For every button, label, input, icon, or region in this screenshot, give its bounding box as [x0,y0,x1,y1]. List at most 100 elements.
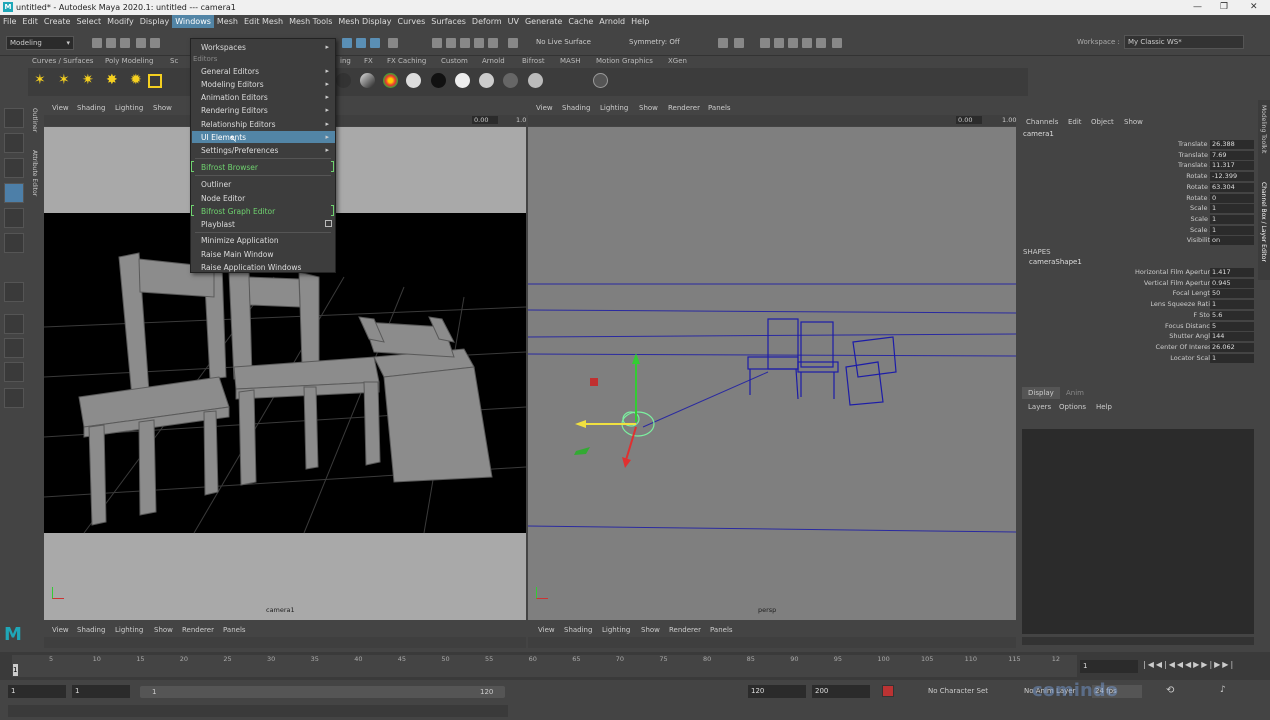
render-settings-icon[interactable] [760,38,770,48]
menu-file[interactable]: File [0,15,19,28]
channel-row[interactable]: Rotate Z0 [1018,193,1258,204]
channel-value-field[interactable]: 1 [1210,214,1254,224]
vp-menu-renderer[interactable]: Renderer [669,626,701,634]
modeling-toolkit-side-tab[interactable]: Modeling Toolkit [1260,105,1267,153]
vp-menu-lighting[interactable]: Lighting [115,626,143,634]
lock-icon[interactable] [388,38,398,48]
shelf-tab-sculpting[interactable]: Sc [170,57,178,65]
menu-item-relationship-editors[interactable]: Relationship Editors [201,120,276,129]
shelf-tab-rigging[interactable]: ing [340,57,351,65]
redo-icon[interactable] [150,38,160,48]
close-button[interactable]: ✕ [1250,2,1258,12]
menu-mesh[interactable]: Mesh [214,15,241,28]
material-ball-icon[interactable] [336,73,351,88]
select-by-hierarchy-icon[interactable] [342,38,352,48]
material-ball-icon[interactable] [503,73,518,88]
menu-item-minimize-application[interactable]: Minimize Application [201,236,279,245]
material-ball-icon[interactable] [383,73,398,88]
vp-menu-shading[interactable]: Shading [77,104,105,112]
light-icon[interactable]: ✹ [130,72,142,88]
channel-row[interactable]: Rotate X -12.399 [1018,172,1258,182]
shape-channel-row[interactable]: Horizontal Film Aperture 1.417 [1018,268,1258,278]
paint-select-tool-icon[interactable] [4,158,24,178]
menu-item-playblast[interactable]: Playblast [201,220,235,229]
shape-channel-row[interactable]: Vertical Film Aperture 0.945 [1018,278,1258,289]
menu-mesh-display[interactable]: Mesh Display [335,15,394,28]
menu-mesh-tools[interactable]: Mesh Tools [286,15,335,28]
rotate-tool-icon[interactable] [4,208,24,228]
light-icon[interactable]: ✶ [58,72,70,88]
material-ball-icon[interactable] [431,73,446,88]
channel-row[interactable]: Scale Z1 [1018,225,1258,236]
channel-row[interactable]: Scale Y1 [1018,214,1258,225]
menu-item-settings-preferences[interactable]: Settings/Preferences [201,146,278,155]
vp-menu-show[interactable]: Show [154,626,173,634]
layer-menu-layers[interactable]: Layers [1028,403,1051,411]
menu-deform[interactable]: Deform [469,15,505,28]
menu-item-general-editors[interactable]: General Editors [201,67,259,76]
outliner-layout-icon[interactable] [4,388,24,408]
channel-value-field[interactable]: 1 [1210,300,1254,310]
select-by-object-icon[interactable] [356,38,366,48]
menu-item-node-editor[interactable]: Node Editor [201,194,245,203]
snap-grid-icon[interactable] [432,38,442,48]
menu-surfaces[interactable]: Surfaces [428,15,469,28]
vp-menu-panels[interactable]: Panels [223,626,246,634]
shape-channel-row[interactable]: Center Of Interest 26.062 [1018,342,1258,353]
menu-edit-mesh[interactable]: Edit Mesh [241,15,286,28]
snap-point-icon[interactable] [460,38,470,48]
menu-modify[interactable]: Modify [104,15,137,28]
layer-menu-help[interactable]: Help [1096,403,1112,411]
lasso-tool-icon[interactable] [4,133,24,153]
right-viewport[interactable]: persp [528,127,1016,620]
shelf-tab-motion-graphics[interactable]: Motion Graphics [596,57,653,65]
vp-menu-lighting[interactable]: Lighting [602,626,630,634]
vp-menu-lighting[interactable]: Lighting [115,104,143,112]
shelf-tab-bifrost[interactable]: Bifrost [522,57,545,65]
material-ball-icon[interactable] [528,73,543,88]
menu-item-raise-application-windows[interactable]: Raise Application Windows [201,263,301,272]
channel-value-field[interactable]: 50 [1210,289,1254,299]
channel-value-field[interactable]: 5 [1210,321,1254,331]
menu-help[interactable]: Help [628,15,652,28]
channel-value-field[interactable]: 5.6 [1210,310,1254,320]
select-tool-icon[interactable] [4,108,24,128]
shelf-tab-arnold[interactable]: Arnold [482,57,505,65]
menu-select[interactable]: Select [73,15,104,28]
render-icon[interactable] [774,38,784,48]
snap-curve-icon[interactable] [446,38,456,48]
menu-item-rendering-editors[interactable]: Rendering Editors [201,106,268,115]
channel-value-field[interactable]: on [1210,236,1254,246]
vp-menu-view[interactable]: View [52,104,69,112]
select-by-component-icon[interactable] [370,38,380,48]
menu-generate[interactable]: Generate [522,15,565,28]
vp-menu-renderer[interactable]: Renderer [668,104,700,112]
vp-menu-renderer[interactable]: Renderer [182,626,214,634]
vp-menu-view[interactable]: View [52,626,69,634]
near-clip-field[interactable]: 0.00 [472,116,498,124]
near-clip-field[interactable]: 0.00 [956,116,982,124]
menu-uv[interactable]: UV [505,15,522,28]
playback-controls[interactable]: |◀◀|◀◀◀▶▶|▶▶| [1143,660,1235,669]
symmetry-dropdown[interactable]: Symmetry: Off [626,36,706,50]
channel-row[interactable]: Translate Z 11.317 [1018,161,1258,171]
shelf-tab-fx[interactable]: FX [364,57,373,65]
menu-edit[interactable]: Edit [19,15,41,28]
single-perspective-layout-icon[interactable] [4,314,24,334]
channel-value-field[interactable]: 0.945 [1210,278,1254,288]
sound-icon[interactable]: ♪ [1220,685,1226,695]
menu-cache[interactable]: Cache [565,15,596,28]
range-slider-bar[interactable]: 1 120 [140,686,505,698]
shape-channel-row[interactable]: F Stop 5.6 [1018,310,1258,321]
material-ball-icon[interactable] [479,73,494,88]
save-scene-icon[interactable] [120,38,130,48]
shape-channel-row[interactable]: Focus Distance 5 [1018,321,1258,332]
snap-surface-icon[interactable] [488,38,498,48]
playback-start-field[interactable]: 1 [72,685,130,698]
channel-value-field[interactable]: 26.062 [1210,342,1254,352]
animation-start-field[interactable]: 1 [8,685,66,698]
aov-icon[interactable] [593,73,608,88]
shelf-tab-xgen[interactable]: XGen [668,57,687,65]
vp-menu-view[interactable]: View [538,626,555,634]
shelf-tab-custom[interactable]: Custom [441,57,468,65]
